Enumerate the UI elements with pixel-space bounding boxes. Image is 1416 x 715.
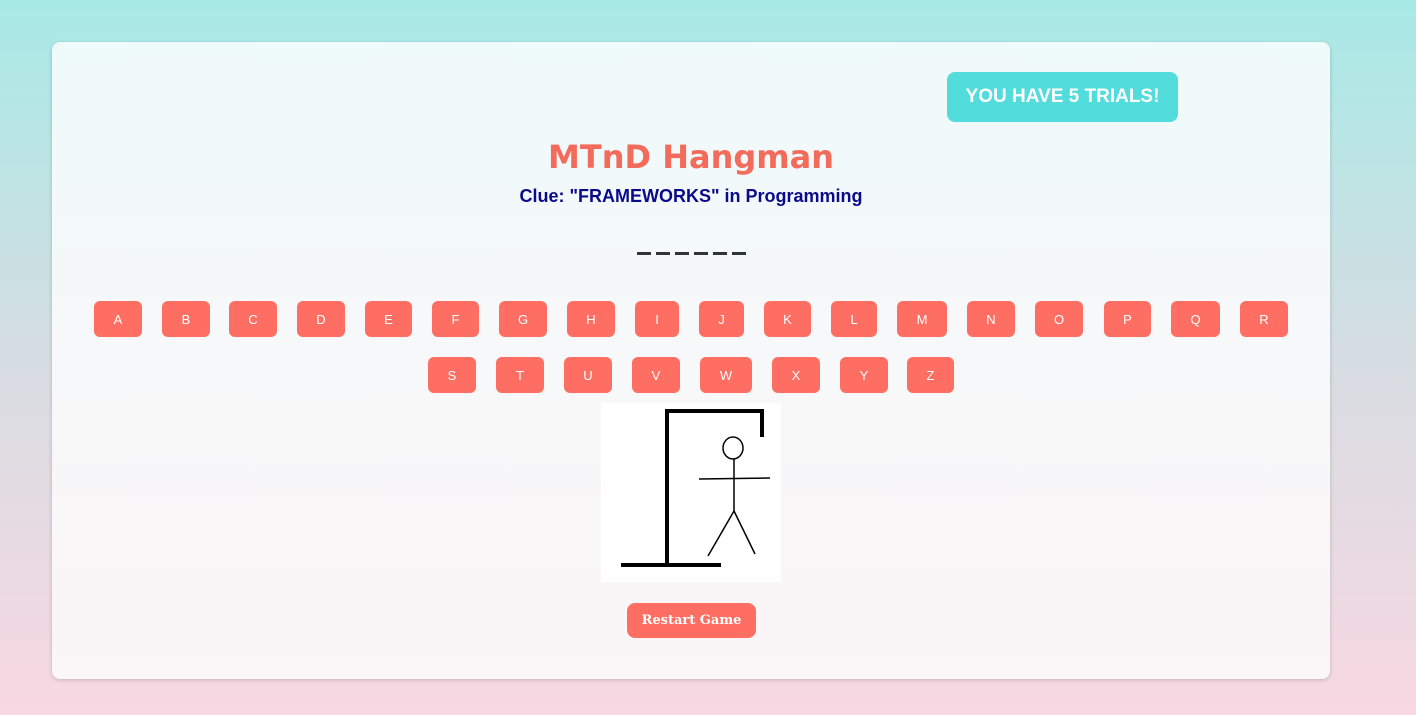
restart-game-button[interactable]: Restart Game [627,603,756,638]
letter-button-c[interactable]: C [229,301,277,337]
letter-button-k[interactable]: K [764,301,811,337]
letter-blank [712,252,727,255]
letter-button-m[interactable]: M [897,301,947,337]
letter-button-i[interactable]: I [635,301,679,337]
letter-button-v[interactable]: V [632,357,680,393]
clue-text: Clue: "FRAMEWORKS" in Programming [519,186,863,206]
letter-button-q[interactable]: Q [1171,301,1220,337]
letter-button-t[interactable]: T [496,357,544,393]
letter-button-n[interactable]: N [967,301,1015,337]
letter-blank [655,252,670,255]
letter-button-x[interactable]: X [772,357,820,393]
letter-button-f[interactable]: F [432,301,479,337]
letter-button-r[interactable]: R [1240,301,1288,337]
letter-button-w[interactable]: W [700,357,752,393]
letter-blank [636,252,651,255]
letter-button-s[interactable]: S [428,357,476,393]
letter-button-b[interactable]: B [162,301,210,337]
letter-button-e[interactable]: E [365,301,412,337]
letter-blank [674,252,689,255]
letter-button-a[interactable]: A [94,301,142,337]
letter-button-l[interactable]: L [831,301,877,337]
letter-button-y[interactable]: Y [840,357,888,393]
word-blanks [52,252,1330,255]
trials-badge: YOU HAVE 5 TRIALS! [947,72,1178,122]
page-title: MTnD Hangman [548,138,834,176]
letter-button-p[interactable]: P [1104,301,1151,337]
hangman-drawing [621,409,771,567]
letter-button-g[interactable]: G [499,301,547,337]
letter-button-j[interactable]: J [699,301,744,337]
letter-button-z[interactable]: Z [907,357,954,393]
letter-button-h[interactable]: H [567,301,615,337]
letter-button-d[interactable]: D [297,301,345,337]
game-card: YOU HAVE 5 TRIALS! MTnD Hangman Clue: "F… [52,42,1330,679]
letter-button-u[interactable]: U [564,357,612,393]
letter-blank [693,252,708,255]
letter-blank [731,252,746,255]
hangman-figure-icon [601,403,781,582]
letter-button-o[interactable]: O [1035,301,1083,337]
